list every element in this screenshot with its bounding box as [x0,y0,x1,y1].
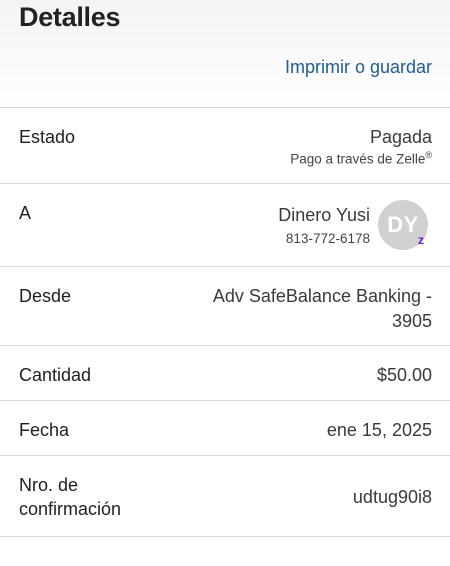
date-value: ene 15, 2025 [326,420,432,440]
page-title: Detalles [19,2,121,32]
divider [0,455,450,456]
divider [0,107,450,108]
confirmation-label-line2: confirmación [19,499,122,519]
status-value: Pagada [369,127,432,147]
from-account-line2: 3905 [391,311,432,331]
recipient-label: A [19,203,32,223]
divider [0,266,450,267]
divider [0,536,450,537]
divider [0,345,450,346]
recipient-phone: 813-772-6178 [285,231,370,246]
divider [0,183,450,184]
amount-label: Cantidad [19,365,92,385]
confirmation-label-line1: Nro. de [19,475,79,495]
recipient-name: Dinero Yusi [278,205,370,225]
date-label: Fecha [19,420,70,440]
amount-value: $50.00 [376,365,432,385]
print-or-save-link[interactable]: Imprimir o guardar [285,57,432,78]
from-account-line1: Adv SafeBalance Banking - [212,286,432,306]
from-label: Desde [19,286,72,306]
zelle-badge-icon: z [418,233,424,247]
registered-mark: ® [425,150,432,160]
status-subtext: Pago a través de Zelle® [290,150,432,167]
details-header: Detalles Imprimir o guardar [0,0,450,107]
divider [0,400,450,401]
details-page: Detalles Imprimir o guardar Estado Pagad… [0,0,450,566]
zelle-payment-text: Pago a través de Zelle [290,151,426,167]
confirmation-number: udtug90i8 [352,487,432,507]
status-label: Estado [19,127,76,147]
